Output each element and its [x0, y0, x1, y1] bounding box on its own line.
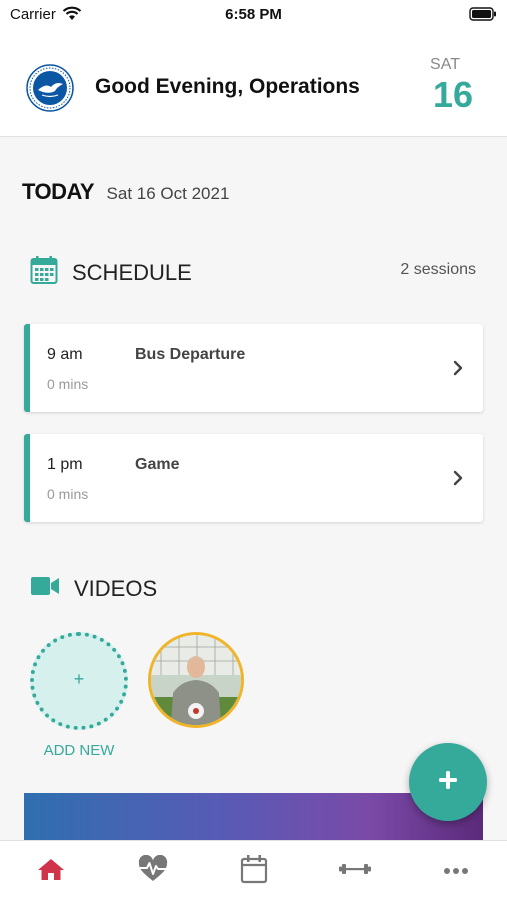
- schedule-heading: SCHEDULE: [30, 255, 192, 290]
- greeting-title: Good Evening, Operations: [95, 75, 360, 98]
- session-time: 9 am: [47, 346, 83, 363]
- tab-home[interactable]: [33, 855, 69, 887]
- bottom-tab-bar: [0, 840, 507, 900]
- header: Good Evening, Operations SAT 16: [0, 32, 507, 137]
- day-number: 16: [432, 74, 474, 115]
- video-thumbnail[interactable]: [148, 632, 244, 728]
- session-title: Bus Departure: [135, 346, 246, 363]
- add-new-label[interactable]: ADD NEW: [30, 742, 128, 759]
- add-fab-button[interactable]: [409, 743, 487, 821]
- sessions-count: 2 sessions: [400, 261, 476, 278]
- add-video-button[interactable]: +: [30, 632, 128, 730]
- session-time: 1 pm: [47, 456, 83, 473]
- health-heart-icon: [137, 854, 169, 888]
- battery-icon: [469, 7, 497, 26]
- schedule-title: SCHEDULE: [72, 259, 192, 285]
- video-camera-icon: [30, 575, 60, 602]
- plus-icon: [437, 769, 459, 796]
- today-label: TODAY: [22, 179, 95, 204]
- home-icon: [37, 857, 65, 886]
- plus-icon: +: [73, 669, 85, 689]
- status-bar: Carrier 6:58 PM: [0, 0, 507, 32]
- tab-health[interactable]: [135, 854, 171, 888]
- today-date: Sat 16 Oct 2021: [106, 184, 230, 203]
- session-duration: 0 mins: [47, 486, 89, 502]
- session-card[interactable]: 1 pm Game 0 mins: [24, 434, 483, 522]
- session-title: Game: [135, 456, 180, 473]
- day-name: SAT: [430, 56, 460, 73]
- today-row: TODAY Sat 16 Oct 2021: [22, 179, 229, 205]
- club-crest-icon: [26, 64, 74, 117]
- session-card[interactable]: 9 am Bus Departure 0 mins: [24, 324, 483, 412]
- chevron-right-icon: [453, 360, 463, 381]
- session-duration: 0 mins: [47, 376, 89, 392]
- calendar-icon: [240, 854, 268, 889]
- tab-training[interactable]: [337, 855, 373, 887]
- more-icon: [443, 862, 469, 880]
- chevron-right-icon: [453, 470, 463, 491]
- clock-time: 6:58 PM: [225, 6, 282, 23]
- tab-calendar[interactable]: [236, 854, 272, 889]
- dumbbell-icon: [339, 861, 371, 882]
- videos-title: VIDEOS: [74, 575, 158, 601]
- calendar-icon: [30, 255, 58, 290]
- videos-heading: VIDEOS: [30, 575, 157, 602]
- tab-more[interactable]: [438, 855, 474, 887]
